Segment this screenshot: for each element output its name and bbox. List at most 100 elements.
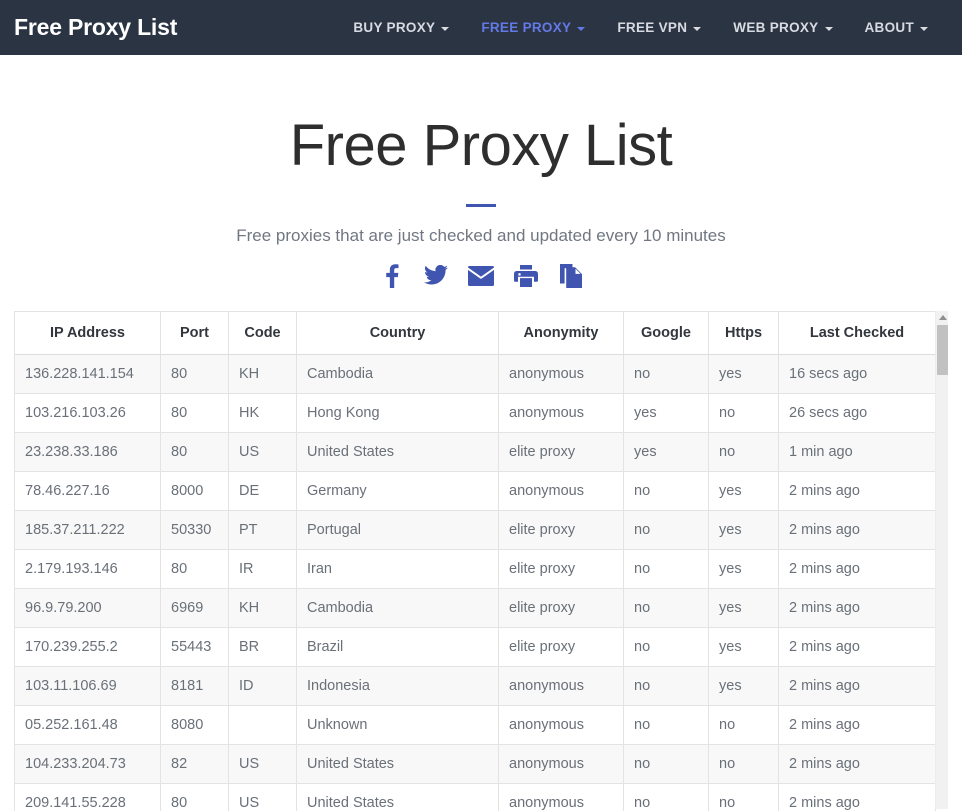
page-title: Free Proxy List — [289, 113, 673, 178]
cell-last-checked: 16 secs ago — [778, 353, 936, 394]
nav-item-label: WEB PROXY — [733, 20, 819, 35]
proxy-table: IP Address Port Code Country Anonymity Google… — [14, 310, 936, 811]
column-header-google[interactable]: Google — [623, 310, 709, 355]
table-row: 185.37.211.222 50330 PT Portugal elite proxy… — [14, 509, 936, 550]
nav-item-label: FREE PROXY — [481, 20, 572, 35]
cell-last-checked: 2 mins ago — [778, 704, 936, 745]
nav-item-buy-proxy[interactable]: BUY PROXY — [337, 14, 465, 41]
copy-icon[interactable] — [558, 263, 584, 289]
cell-code: BR — [228, 626, 297, 667]
cell-https: yes — [708, 587, 779, 628]
cell-google: no — [623, 509, 709, 550]
cell-ip-address: 185.37.211.222 — [14, 509, 161, 550]
nav-item-free-proxy[interactable]: FREE PROXY — [465, 14, 601, 41]
nav-item-free-vpn[interactable]: FREE VPN — [601, 14, 717, 41]
cell-country: United States — [296, 431, 499, 472]
chevron-down-icon — [920, 26, 928, 31]
cell-google: no — [623, 626, 709, 667]
cell-ip-address: 136.228.141.154 — [14, 353, 161, 394]
cell-port: 80 — [160, 392, 229, 433]
nav-item-web-proxy[interactable]: WEB PROXY — [717, 14, 848, 41]
column-header-ip-address[interactable]: IP Address — [14, 310, 161, 355]
cell-code: US — [228, 782, 297, 811]
cell-ip-address: 103.216.103.26 — [14, 392, 161, 433]
table-row: 2.179.193.146 80 IR Iran elite proxy no yes 2 m… — [14, 548, 936, 589]
scrollbar-thumb[interactable] — [936, 324, 948, 375]
share-icon-row — [0, 263, 962, 289]
cell-google: no — [623, 548, 709, 589]
table-row: 96.9.79.200 6969 KH Cambodia elite proxy no ye… — [14, 587, 936, 628]
cell-https: no — [708, 743, 779, 784]
column-header-country[interactable]: Country — [296, 310, 499, 355]
cell-country: Unknown — [296, 704, 499, 745]
cell-ip-address: 2.179.193.146 — [14, 548, 161, 589]
cell-ip-address: 78.46.227.16 — [14, 470, 161, 511]
cell-ip-address: 05.252.161.48 — [14, 704, 161, 745]
cell-anonymity: elite proxy — [498, 431, 624, 472]
top-navbar: Free Proxy List BUY PROXY FREE PROXY FREE … — [0, 0, 962, 55]
cell-google: no — [623, 665, 709, 706]
cell-last-checked: 2 mins ago — [778, 782, 936, 811]
twitter-icon[interactable] — [423, 263, 449, 289]
cell-google: yes — [623, 431, 709, 472]
site-brand[interactable]: Free Proxy List — [14, 14, 177, 41]
cell-country: Cambodia — [296, 587, 499, 628]
cell-last-checked: 2 mins ago — [778, 743, 936, 784]
cell-country: United States — [296, 782, 499, 811]
cell-last-checked: 2 mins ago — [778, 470, 936, 511]
table-row: 78.46.227.16 8000 DE Germany anonymous no yes 2… — [14, 470, 936, 511]
cell-last-checked: 2 mins ago — [778, 587, 936, 628]
nav-item-label: FREE VPN — [617, 20, 688, 35]
cell-google: no — [623, 704, 709, 745]
cell-anonymity: anonymous — [498, 392, 624, 433]
cell-code: DE — [228, 470, 297, 511]
cell-code: US — [228, 431, 297, 472]
cell-ip-address: 170.239.255.2 — [14, 626, 161, 667]
column-header-anonymity[interactable]: Anonymity — [498, 310, 624, 355]
table-header-row: IP Address Port Code Country Anonymity Google… — [14, 310, 936, 355]
cell-code: KH — [228, 353, 297, 394]
cell-country: Portugal — [296, 509, 499, 550]
cell-code: HK — [228, 392, 297, 433]
chevron-down-icon — [693, 26, 702, 31]
cell-code: US — [228, 743, 297, 784]
cell-port: 80 — [160, 353, 229, 394]
table-row: 136.228.141.154 80 KH Cambodia anonymous no ye… — [14, 353, 936, 394]
cell-anonymity: elite proxy — [498, 587, 624, 628]
nav-item-label: BUY PROXY — [353, 20, 436, 35]
cell-port: 8080 — [160, 704, 229, 745]
cell-google: no — [623, 353, 709, 394]
cell-port: 80 — [160, 548, 229, 589]
column-header-port[interactable]: Port — [160, 310, 229, 355]
table-scrollbar[interactable] — [935, 310, 949, 809]
cell-port: 50330 — [160, 509, 229, 550]
cell-last-checked: 2 mins ago — [778, 509, 936, 550]
proxy-table-container: IP Address Port Code Country Anonymity Google… — [14, 310, 949, 811]
column-header-https[interactable]: Https — [708, 310, 779, 355]
cell-https: no — [708, 704, 779, 745]
column-header-last-checked[interactable]: Last Checked — [778, 310, 936, 355]
cell-anonymity: anonymous — [498, 353, 624, 394]
cell-last-checked: 1 min ago — [778, 431, 936, 472]
cell-port: 80 — [160, 431, 229, 472]
nav-item-label: ABOUT — [864, 20, 914, 35]
print-icon[interactable] — [513, 263, 539, 289]
nav-item-about[interactable]: ABOUT — [849, 14, 945, 41]
cell-google: no — [623, 587, 709, 628]
cell-ip-address: 209.141.55.228 — [14, 782, 161, 811]
facebook-icon[interactable] — [378, 263, 404, 289]
cell-code — [228, 704, 297, 745]
cell-ip-address: 104.233.204.73 — [14, 743, 161, 784]
cell-last-checked: 2 mins ago — [778, 665, 936, 706]
cell-country: Cambodia — [296, 353, 499, 394]
cell-country: Brazil — [296, 626, 499, 667]
table-header: IP Address Port Code Country Anonymity Google… — [14, 310, 936, 355]
cell-google: no — [623, 782, 709, 811]
cell-port: 6969 — [160, 587, 229, 628]
table-body: 136.228.141.154 80 KH Cambodia anonymous no ye… — [14, 353, 936, 811]
column-header-code[interactable]: Code — [228, 310, 297, 355]
scroll-up-arrow-icon[interactable] — [936, 311, 949, 324]
table-row: 103.216.103.26 80 HK Hong Kong anonymous yes n… — [14, 392, 936, 433]
cell-google: no — [623, 743, 709, 784]
email-icon[interactable] — [468, 263, 494, 289]
